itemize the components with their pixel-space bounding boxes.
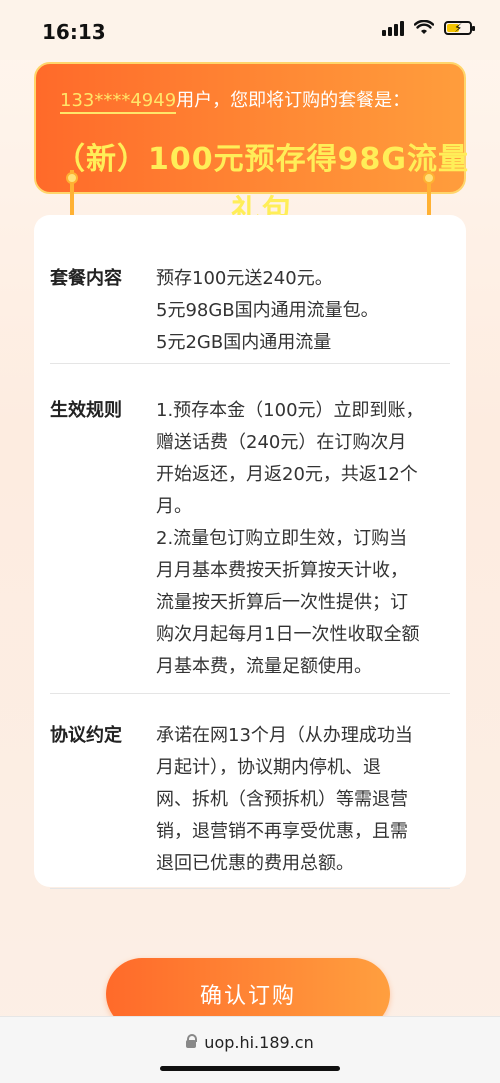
status-bar: 16:13 ⚡: [0, 0, 500, 60]
banner-subtitle: 133****4949用户，您即将订购的套餐是：: [60, 86, 411, 114]
detail-row-agreement: 协议约定 承诺在网13个月（从办理成功当 月起计），协议期内停机、退 网、拆机（…: [50, 720, 450, 889]
detail-text: 预存100元送240元。 5元98GB国内通用流量包。 5元2GB国内通用流量: [156, 268, 379, 353]
url-text: uop.hi.189.cn: [204, 1033, 314, 1052]
url-display[interactable]: uop.hi.189.cn: [0, 1033, 500, 1052]
detail-label: 协议约定: [50, 725, 122, 746]
left-hanger-dot: [66, 172, 78, 184]
battery-charging-icon: ⚡: [444, 21, 475, 35]
right-hanger-dot: [423, 172, 435, 184]
order-banner: 133****4949用户，您即将订购的套餐是： （新）100元预存得98G流量…: [34, 62, 468, 229]
wifi-icon: [414, 20, 434, 34]
cta-area: 确认订购: [0, 940, 500, 1030]
plan-details-card: 套餐内容 预存100元送240元。 5元98GB国内通用流量包。 5元2GB国内…: [34, 215, 466, 889]
detail-row-content: 套餐内容 预存100元送240元。 5元98GB国内通用流量包。 5元2GB国内…: [50, 263, 450, 364]
browser-url-bar[interactable]: uop.hi.189.cn: [0, 1016, 500, 1083]
status-icons: ⚡: [382, 20, 475, 36]
detail-row-rules: 生效规则 1.预存本金（100元）立即到账， 赠送话费（240元）在订购次月 开…: [50, 395, 450, 694]
detail-text: 承诺在网13个月（从办理成功当 月起计），协议期内停机、退 网、拆机（含预拆机）…: [156, 725, 413, 874]
detail-text: 1.预存本金（100元）立即到账， 赠送话费（240元）在订购次月 开始返还，月…: [156, 400, 424, 677]
home-indicator[interactable]: [160, 1066, 340, 1071]
banner-subtitle-text: 用户，您即将订购的套餐是：: [176, 90, 411, 111]
detail-label: 套餐内容: [50, 268, 122, 289]
detail-label: 生效规则: [50, 400, 122, 421]
lock-icon: [186, 1034, 198, 1048]
status-time: 16:13: [42, 20, 106, 44]
signal-icon: [382, 20, 404, 36]
phone-number: 133****4949: [60, 90, 177, 114]
